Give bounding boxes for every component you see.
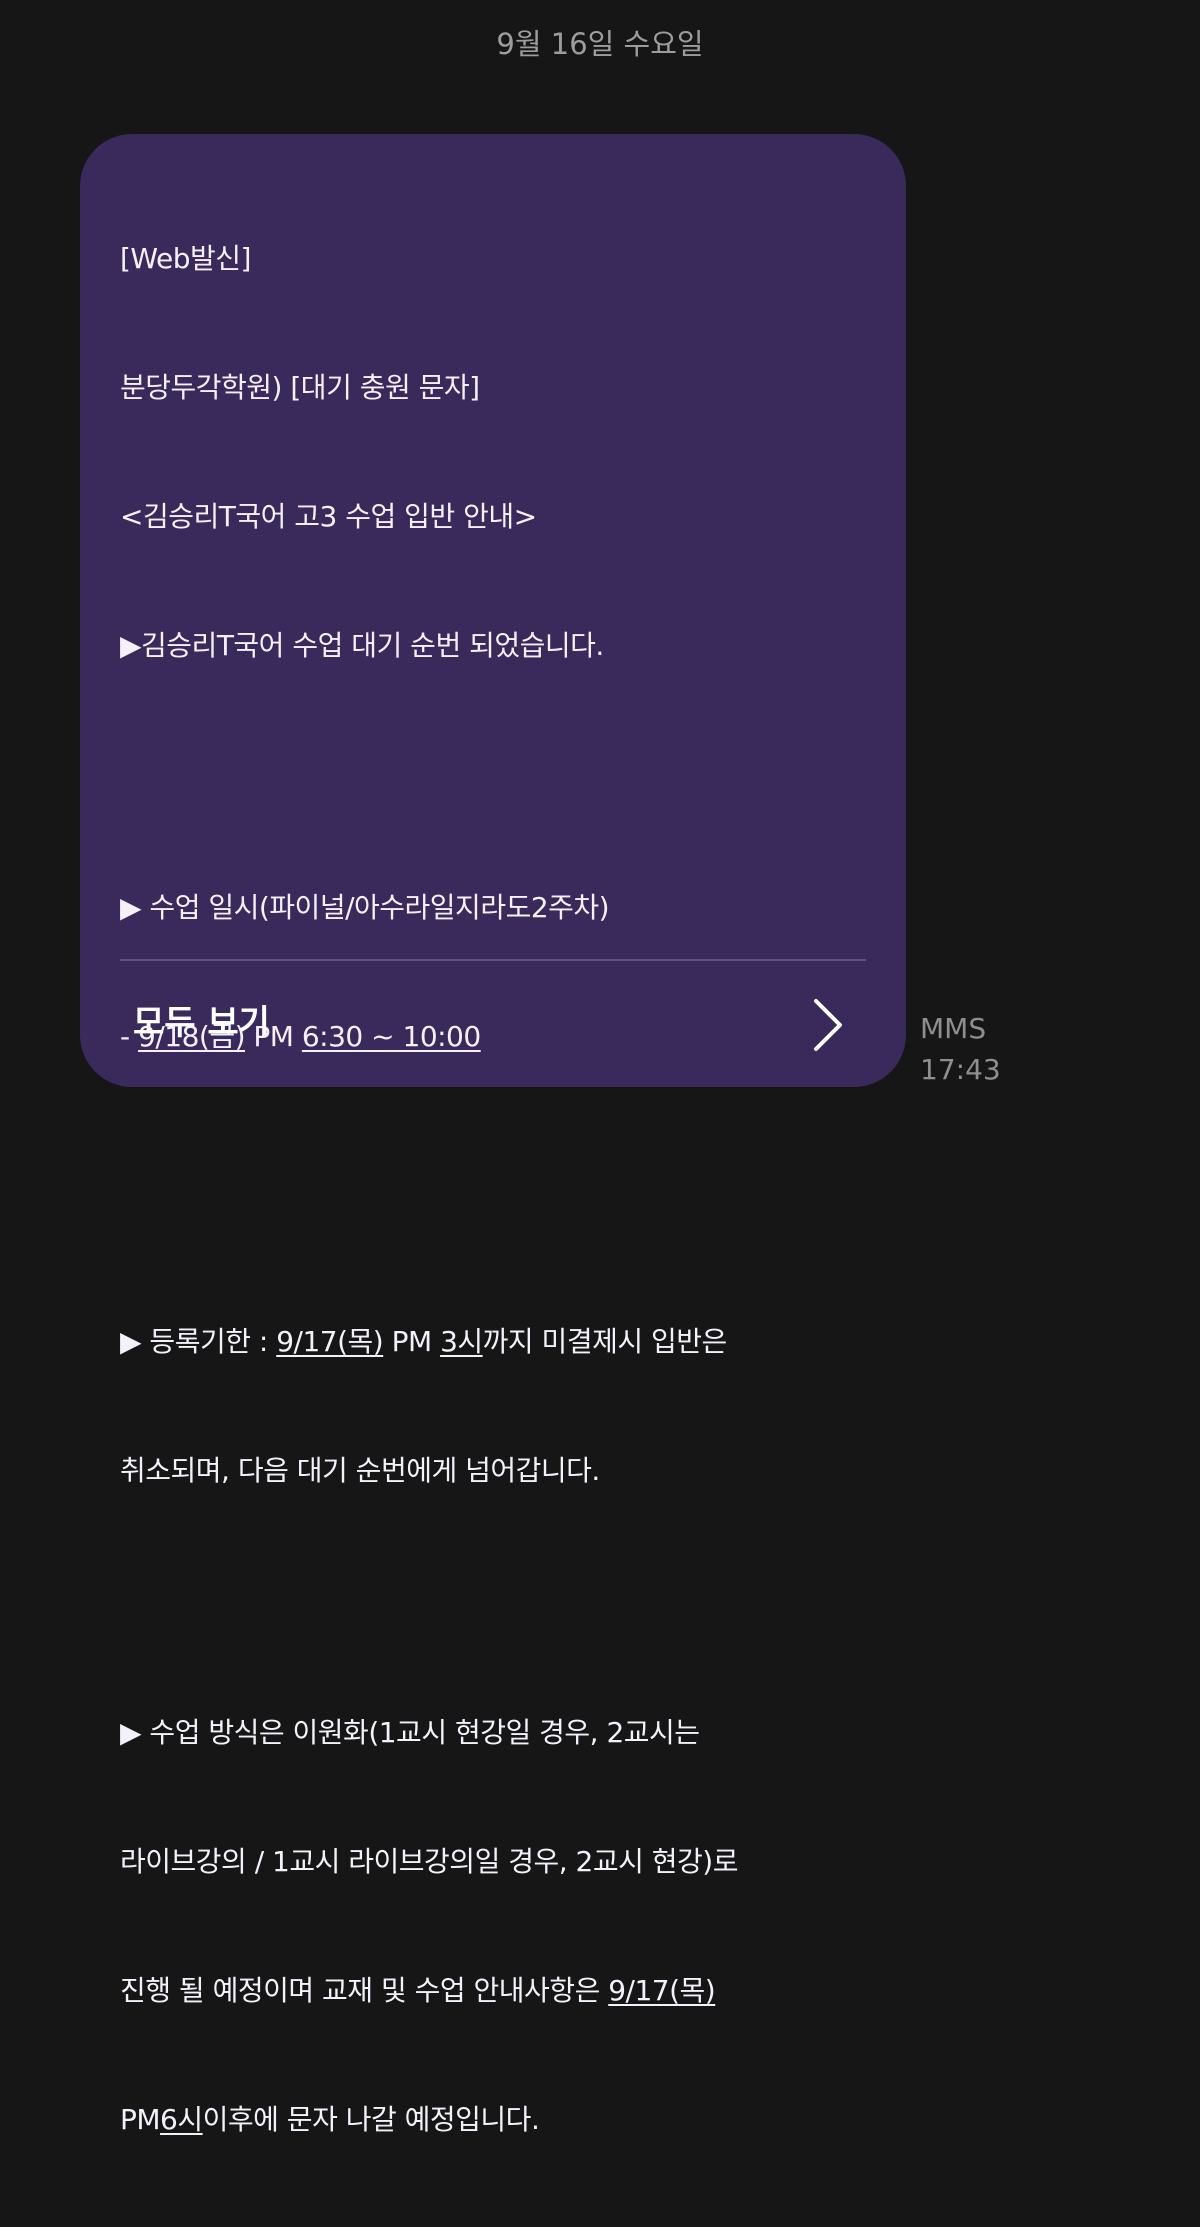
message-text: 까지 미결제시 입반은	[482, 1325, 728, 1358]
message-text: PM	[120, 2103, 161, 2136]
message-line: ▶ 등록기한 : 9/17(목) PM 3시까지 미결제시 입반은	[120, 1320, 880, 1363]
message-spacer	[120, 753, 880, 800]
message-spacer	[120, 1578, 880, 1625]
time-link[interactable]: 3시	[440, 1325, 483, 1358]
message-line: 라이브강의 / 1교시 라이브강의일 경우, 2교시 현강)로	[120, 1845, 739, 1878]
date-link[interactable]: 9/17(목)	[276, 1325, 384, 1358]
time-link[interactable]: 6시	[160, 2103, 203, 2136]
message-line: 진행 될 예정이며 교재 및 수업 안내사항은 9/17(목)	[120, 1969, 880, 2012]
message-meta: MMS 17:43	[920, 1008, 1001, 1090]
message-body: [Web발신] 분당두각학원) [대기 충원 문자] <김승리T국어 고3 수업…	[120, 151, 880, 2227]
view-all-button[interactable]: 모두 보기	[80, 961, 906, 1087]
message-line: 취소되며, 다음 대기 순번에게 넘어갑니다.	[120, 1454, 600, 1487]
message-time: 17:43	[920, 1053, 1001, 1086]
message-spacer	[120, 1144, 880, 1234]
message-line: ▶김승리T국어 수업 대기 순번 되었습니다.	[120, 629, 604, 662]
message-text: PM	[383, 1325, 441, 1358]
message-text: 진행 될 예정이며 교재 및 수업 안내사항은	[120, 1974, 609, 2007]
date-link[interactable]: 9/17(목)	[608, 1974, 716, 2007]
message-line: 분당두각학원) [대기 충원 문자]	[120, 371, 480, 404]
message-bubble[interactable]: [Web발신] 분당두각학원) [대기 충원 문자] <김승리T국어 고3 수업…	[80, 134, 906, 2136]
message-text: ▶ 등록기한 :	[120, 1325, 277, 1358]
message-line: [Web발신]	[120, 242, 251, 275]
view-all-label: 모두 보기	[133, 1003, 270, 1043]
message-type: MMS	[920, 1012, 987, 1045]
message-line: <김승리T국어 고3 수업 입반 안내>	[120, 500, 537, 533]
message-line: ▶ 수업 방식은 이원화(1교시 현강일 경우, 2교시는	[120, 1716, 700, 1749]
message-line: ▶ 수업 일시(파이널/아수라일지라도2주차)	[120, 891, 610, 924]
chevron-right-icon	[814, 999, 842, 1051]
message-text: 이후에 문자 나갈 예정입니다.	[202, 2103, 540, 2136]
date-header: 9월 16일 수요일	[496, 27, 704, 61]
message-line: PM6시이후에 문자 나갈 예정입니다.	[120, 2098, 880, 2141]
